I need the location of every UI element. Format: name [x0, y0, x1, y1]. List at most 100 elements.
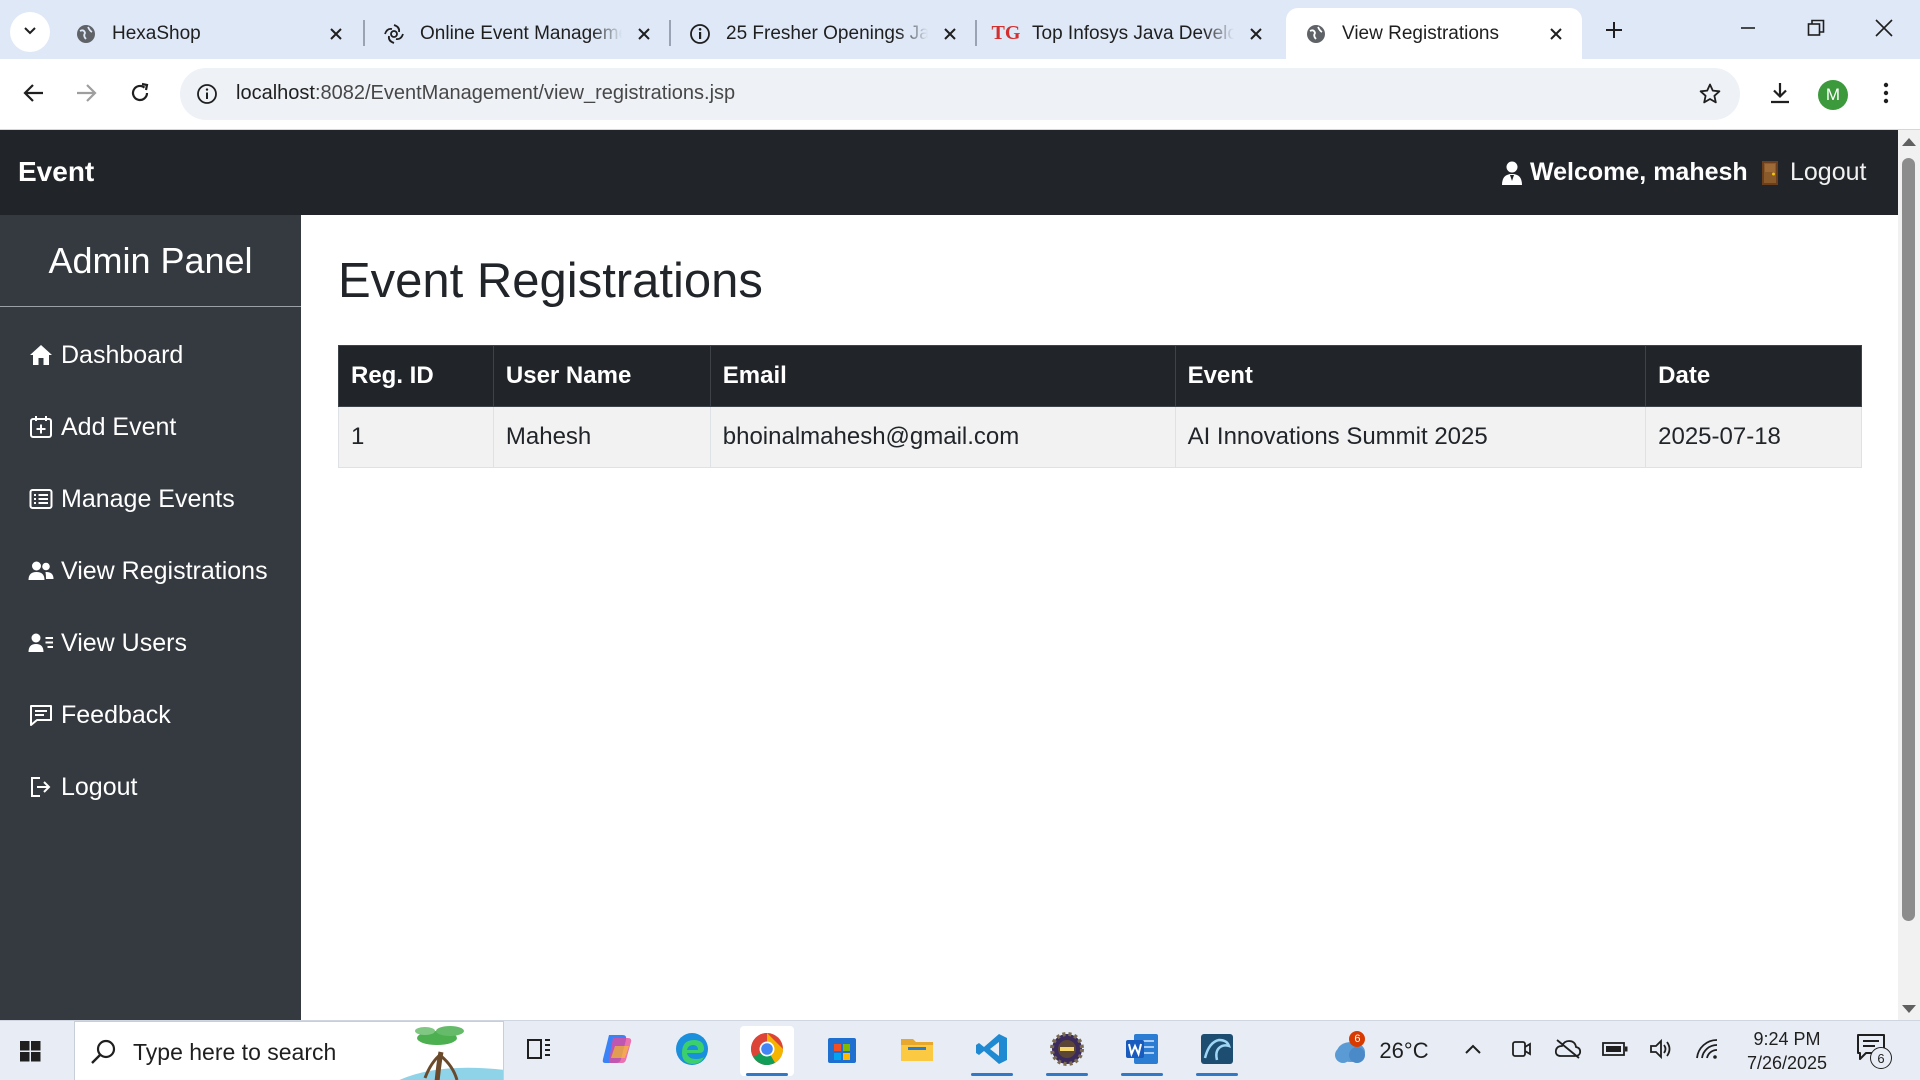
- network-button[interactable]: [1692, 1035, 1722, 1067]
- sidebar-item-label: Feedback: [61, 700, 171, 729]
- mysql-workbench-icon: [1199, 1032, 1235, 1071]
- sidebar-item-feedback[interactable]: Feedback: [28, 695, 171, 735]
- forward-button[interactable]: [66, 75, 106, 115]
- clock-time: 9:24 PM: [1753, 1029, 1821, 1049]
- reload-button[interactable]: [120, 75, 160, 115]
- column-header-event: Event: [1174, 345, 1647, 407]
- onedrive-button[interactable]: [1552, 1035, 1584, 1067]
- table-header-row: Reg. ID User Name Email Event Date: [338, 345, 1862, 407]
- task-view-button[interactable]: [512, 1026, 566, 1076]
- minimize-button[interactable]: [1726, 8, 1770, 52]
- tab-title: Online Event Management: [420, 22, 622, 44]
- tab-fresher-openings[interactable]: 25 Fresher Openings Java: [670, 8, 976, 59]
- plus-icon: [1604, 20, 1624, 45]
- close-window-button[interactable]: [1862, 8, 1906, 52]
- restore-button[interactable]: [1794, 8, 1838, 52]
- url-text[interactable]: localhost:8082/EventManagement/view_regi…: [236, 82, 735, 105]
- logout-icon: [28, 774, 54, 800]
- tab-title: View Registrations: [1342, 22, 1500, 44]
- tg-icon-text: TG: [991, 22, 1021, 44]
- sidebar-item-logout[interactable]: Logout: [28, 767, 137, 807]
- sidebar-item-view-registrations[interactable]: View Registrations: [28, 551, 268, 591]
- camera-icon: [1510, 1038, 1532, 1065]
- mysql-workbench-button[interactable]: [1190, 1026, 1244, 1076]
- arrow-left-icon: [23, 82, 45, 109]
- copilot-button[interactable]: [590, 1026, 644, 1076]
- tab-view-registrations[interactable]: View Registrations: [1286, 8, 1582, 59]
- tab-hexashop[interactable]: HexaShop: [56, 8, 362, 59]
- scroll-up-arrow-icon[interactable]: [1902, 138, 1916, 146]
- cloud-off-icon: [1554, 1038, 1582, 1065]
- system-clock[interactable]: 9:24 PM 7/26/2025: [1732, 1027, 1842, 1075]
- door-icon: [1758, 160, 1782, 186]
- column-header-email: Email: [709, 345, 1176, 407]
- tab-online-event-management[interactable]: Online Event Management: [364, 8, 670, 59]
- battery-icon: [1602, 1041, 1628, 1062]
- scroll-down-arrow-icon[interactable]: [1902, 1005, 1916, 1013]
- sidebar-item-label: View Registrations: [61, 556, 268, 585]
- meet-now-button[interactable]: [1506, 1035, 1536, 1067]
- close-icon[interactable]: [324, 22, 348, 46]
- vscode-icon: [975, 1032, 1009, 1071]
- logout-label: Logout: [1790, 158, 1867, 186]
- openai-icon: [382, 22, 406, 46]
- profile-button[interactable]: M: [1813, 75, 1853, 115]
- word-button[interactable]: [1115, 1026, 1169, 1076]
- sidebar-item-label: View Users: [61, 628, 187, 657]
- copilot-icon: [599, 1032, 635, 1071]
- minimize-icon: [1740, 20, 1756, 41]
- restore-icon: [1807, 19, 1825, 42]
- sidebar-item-view-users[interactable]: View Users: [28, 623, 187, 663]
- tab-title: Top Infosys Java Developer: [1032, 22, 1234, 44]
- show-hidden-icons-button[interactable]: [1458, 1035, 1488, 1067]
- close-icon[interactable]: [1544, 22, 1568, 46]
- new-tab-button[interactable]: [1596, 14, 1632, 50]
- taskbar-search-box[interactable]: Type here to search: [74, 1021, 504, 1080]
- navbar-logout-link[interactable]: Logout: [1758, 158, 1866, 187]
- search-icon: [89, 1037, 119, 1067]
- url-path: :8082/EventManagement/view_registrations…: [314, 82, 736, 104]
- battery-indicator[interactable]: [1600, 1035, 1630, 1067]
- close-icon[interactable]: [632, 22, 656, 46]
- welcome-user: Welcome, mahesh: [1500, 158, 1748, 187]
- table-row: 1 Mahesh bhoinalmahesh@gmail.com AI Inno…: [338, 406, 1862, 468]
- weather-widget[interactable]: 6 26°C: [1324, 1031, 1434, 1067]
- close-icon[interactable]: [1244, 22, 1268, 46]
- cell-event: AI Innovations Summit 2025: [1174, 406, 1647, 468]
- scrollbar-thumb[interactable]: [1902, 158, 1915, 921]
- sidebar-item-manage-events[interactable]: Manage Events: [28, 479, 235, 519]
- eclipse-ide-button[interactable]: [1040, 1026, 1094, 1076]
- vertical-scrollbar[interactable]: [1898, 130, 1920, 1020]
- web-page: Event Welcome, mahesh Logout Admin Panel…: [0, 130, 1920, 1020]
- windows-start-icon[interactable]: [14, 1035, 46, 1067]
- bookmark-star-icon[interactable]: [1696, 80, 1724, 108]
- downloads-button[interactable]: [1760, 75, 1800, 115]
- sidebar-item-dashboard[interactable]: Dashboard: [28, 335, 183, 375]
- chrome-button[interactable]: [740, 1026, 794, 1076]
- back-button[interactable]: [14, 75, 54, 115]
- file-explorer-button[interactable]: [890, 1026, 944, 1076]
- search-placeholder: Type here to search: [133, 1039, 337, 1065]
- chrome-icon: [749, 1031, 785, 1072]
- edge-button[interactable]: [665, 1026, 719, 1076]
- navbar-brand[interactable]: Event: [18, 156, 94, 188]
- tab-search-button[interactable]: [10, 12, 50, 52]
- microsoft-store-button[interactable]: [815, 1026, 869, 1076]
- volume-button[interactable]: [1646, 1035, 1676, 1067]
- tab-infosys-java[interactable]: TG Top Infosys Java Developer: [976, 8, 1282, 59]
- chrome-menu-button[interactable]: [1866, 75, 1906, 115]
- cell-user-name: Mahesh: [492, 406, 711, 468]
- sidebar-item-add-event[interactable]: Add Event: [28, 407, 176, 447]
- site-info-icon[interactable]: [194, 81, 220, 107]
- arrow-right-icon: [75, 82, 97, 109]
- sidebar-title: Admin Panel: [0, 215, 301, 307]
- user-icon: [1500, 160, 1524, 186]
- calendar-plus-icon: [28, 414, 54, 440]
- cloud-icon: 6: [1329, 1031, 1369, 1067]
- sidebar-item-label: Logout: [61, 772, 138, 801]
- more-vertical-icon: [1883, 82, 1889, 109]
- vscode-button[interactable]: [965, 1026, 1019, 1076]
- address-bar[interactable]: localhost:8082/EventManagement/view_regi…: [180, 68, 1740, 120]
- notification-center-button[interactable]: 6: [1856, 1033, 1896, 1069]
- close-icon[interactable]: [938, 22, 962, 46]
